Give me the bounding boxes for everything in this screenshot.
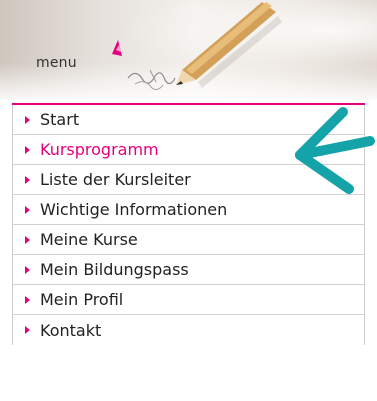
triangle-right-icon [25,265,30,274]
pink-marker-icon [112,40,122,56]
menu-item-kursprogramm[interactable]: Kursprogramm [12,135,365,165]
menu-item-mein-profil[interactable]: Mein Profil [12,285,365,315]
menu-item-mein-bildungspass[interactable]: Mein Bildungspass [12,255,365,285]
triangle-right-icon [25,205,30,214]
triangle-right-icon [25,145,30,154]
header-banner: menu [0,0,377,100]
menu-item-label: Mein Bildungspass [40,260,189,279]
menu-item-label: Mein Profil [40,290,124,309]
menu-item-label: Kursprogramm [40,140,159,159]
triangle-right-icon [25,115,30,124]
menu-item-label: Kontakt [40,320,102,340]
menu-item-label: Liste der Kursleiter [40,170,191,189]
menu-item-label: Start [40,110,80,129]
menu-item-kontakt[interactable]: Kontakt [12,315,365,345]
triangle-right-icon [25,326,30,334]
menu-item-meine-kurse[interactable]: Meine Kurse [12,225,365,255]
triangle-right-icon [25,295,30,304]
menu-item-start[interactable]: Start [12,105,365,135]
triangle-right-icon [25,175,30,184]
menu-item-liste-der-kursleiter[interactable]: Liste der Kursleiter [12,165,365,195]
triangle-right-icon [25,235,30,244]
menu-item-label: Meine Kurse [40,230,138,249]
menu-title: menu [36,55,77,71]
main-menu: Start Kursprogramm Liste der Kursleiter … [12,103,365,345]
menu-item-wichtige-informationen[interactable]: Wichtige Informationen [12,195,365,225]
menu-item-label: Wichtige Informationen [40,200,228,219]
